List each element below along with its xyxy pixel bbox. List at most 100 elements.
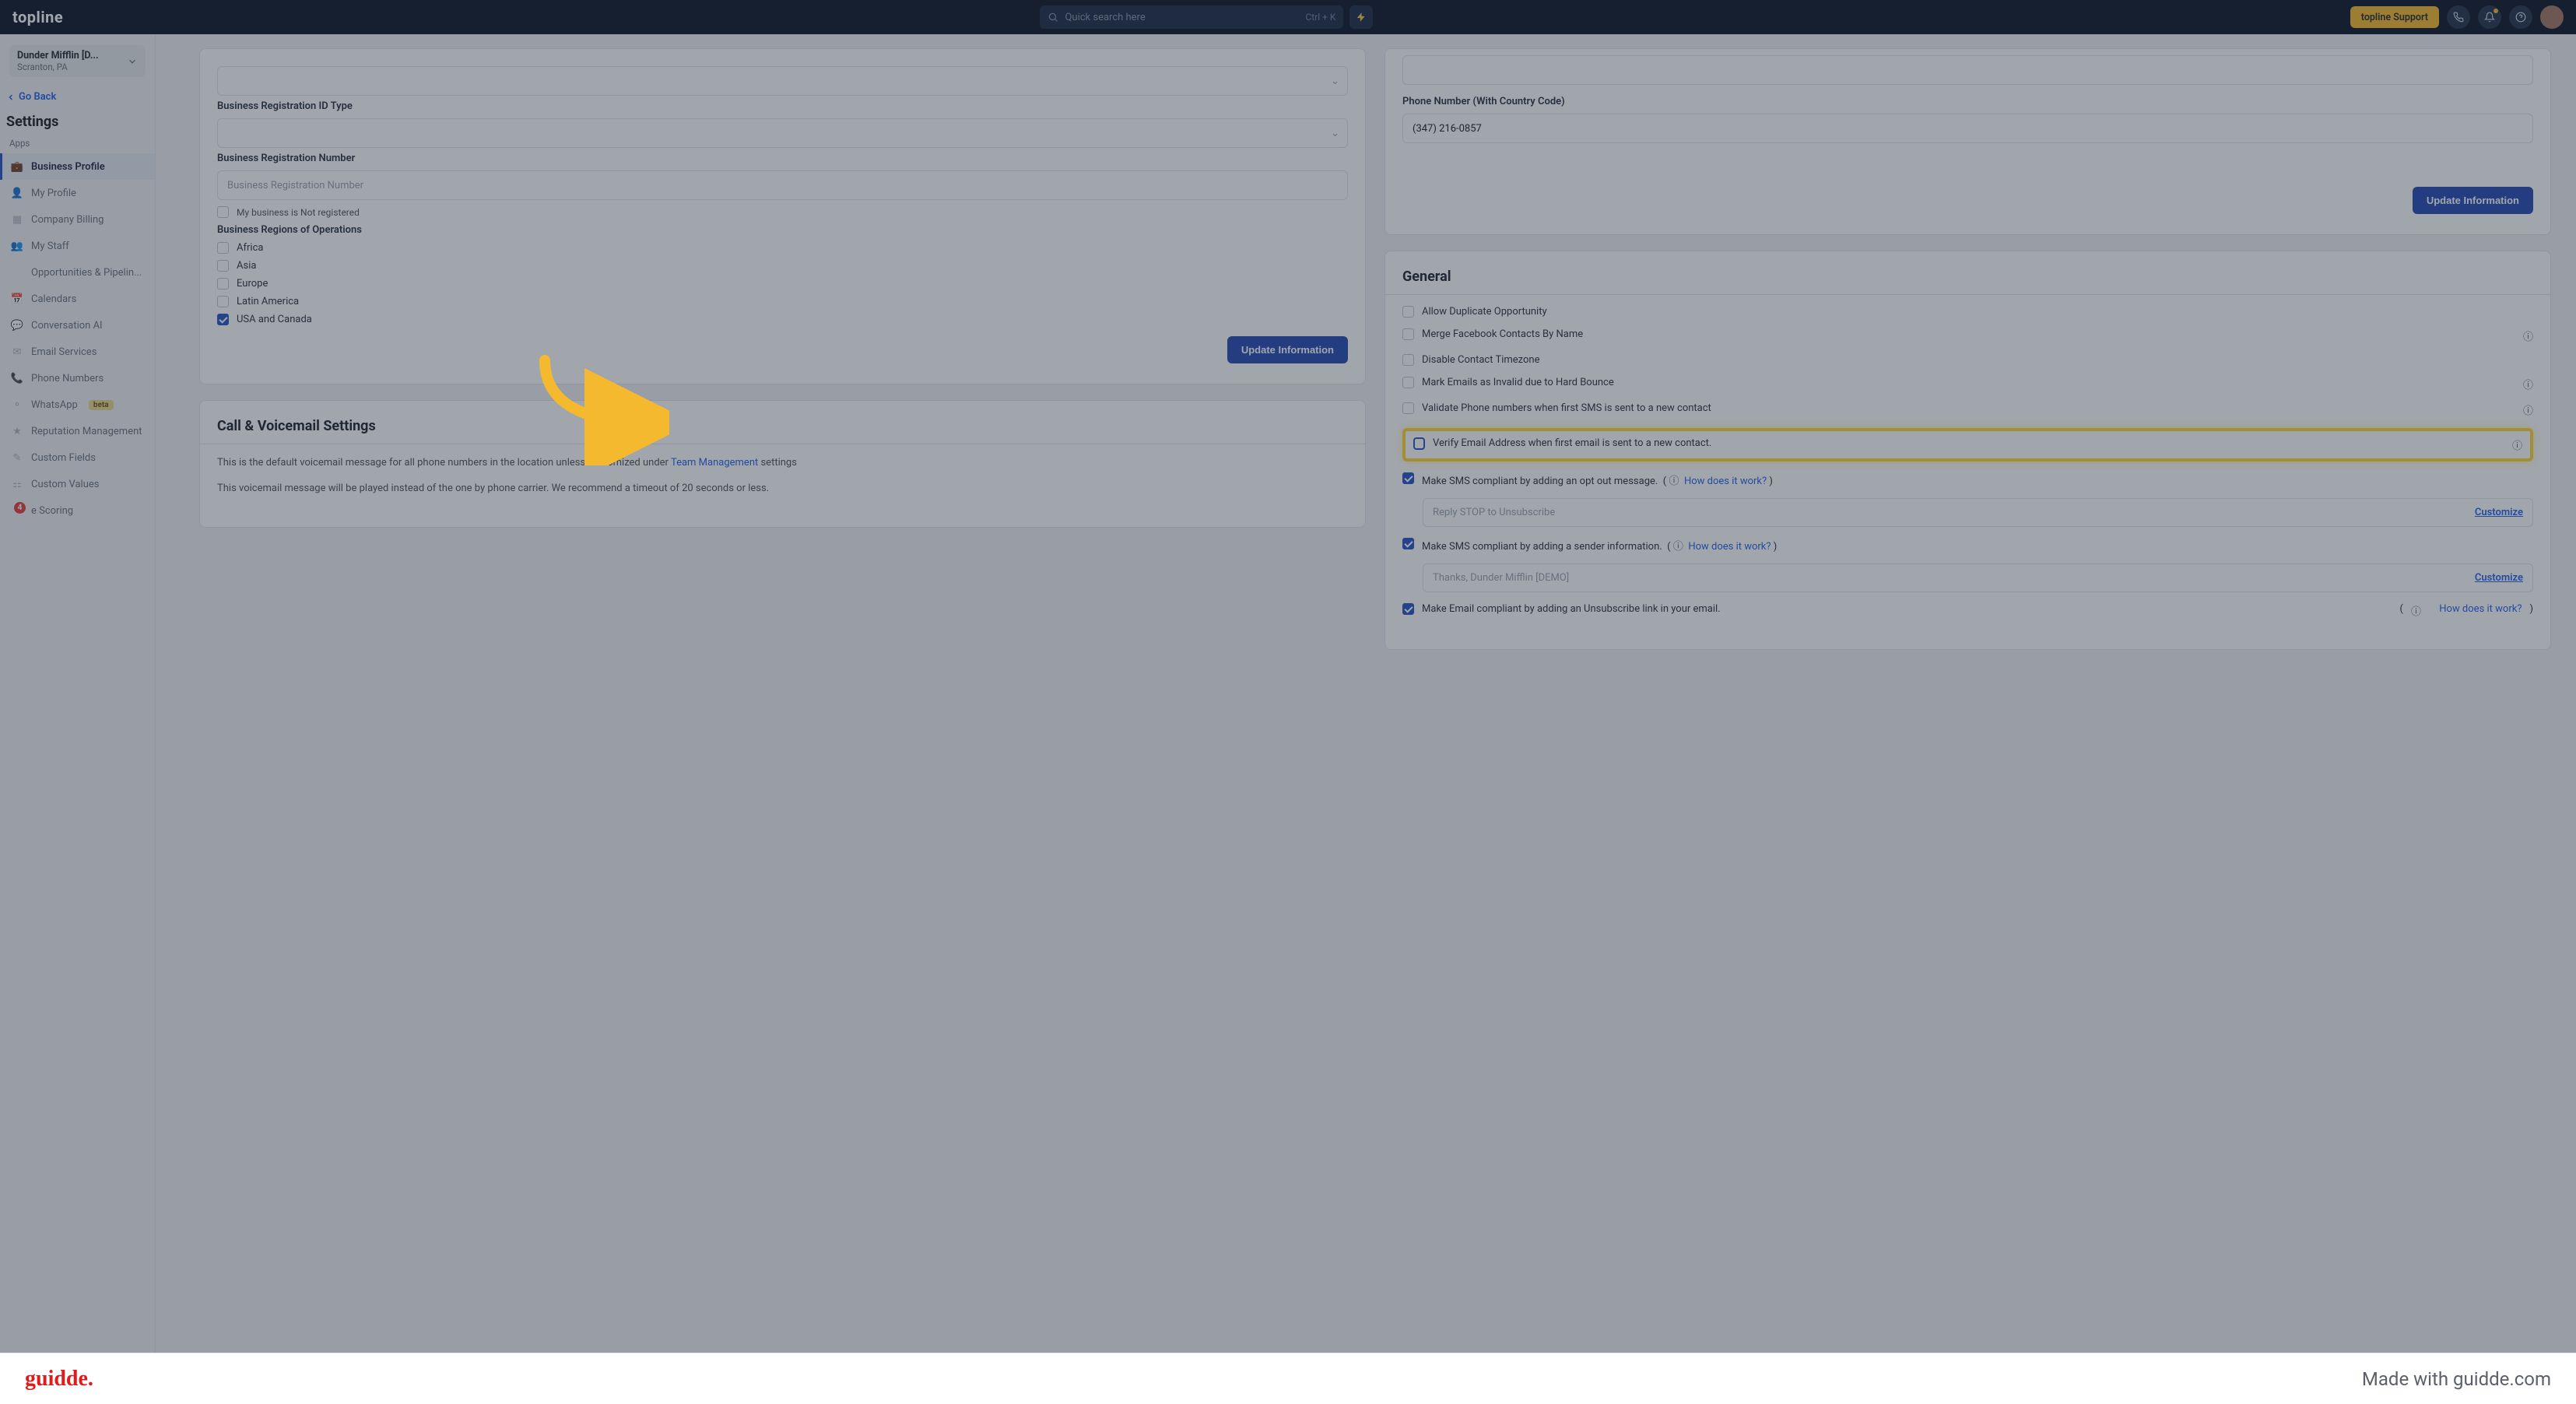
info-icon[interactable]: ⓘ — [2512, 437, 2522, 452]
info-icon[interactable]: ⓘ — [2523, 377, 2533, 391]
count-pill: 4 — [14, 502, 26, 514]
sidebar-item[interactable]: 💼 Business Profile — [0, 153, 155, 180]
sidebar-item-label: Company Billing — [31, 214, 104, 226]
region-checkbox[interactable]: Africa — [217, 242, 1348, 254]
nav-icon: ✎ — [11, 451, 23, 464]
info-icon[interactable]: ⓘ — [1673, 541, 1683, 553]
quick-actions-button[interactable] — [1349, 5, 1373, 29]
main-content: ⌄ Business Registration ID Type ⌄ Busine… — [156, 34, 2576, 1353]
checkbox — [217, 242, 229, 254]
nav-icon — [11, 266, 23, 279]
sidebar-item[interactable]: 📞Phone Numbers — [0, 365, 155, 391]
how-link[interactable]: How does it work? — [2439, 603, 2522, 615]
how-link[interactable]: How does it work? — [1688, 541, 1771, 553]
sidebar-item[interactable]: e Scoring4 — [0, 497, 155, 524]
region-checkbox[interactable]: Latin America — [217, 296, 1348, 307]
region-checkbox[interactable]: USA and Canada — [217, 314, 1348, 325]
region-label: Africa — [237, 242, 263, 254]
nav-icon: ⚬ — [11, 398, 23, 411]
info-icon[interactable]: ⓘ — [2411, 603, 2421, 618]
chevron-down-icon — [127, 56, 138, 67]
sidebar-item[interactable]: ▦ Company Billing — [0, 206, 155, 233]
call-voicemail-card: Call & Voicemail Settings This is the de… — [199, 400, 1366, 528]
phone-input[interactable]: (347) 216-0857 — [1402, 114, 2533, 143]
opt-merge-fb[interactable]: Merge Facebook Contacts By Nameⓘ — [1402, 328, 2533, 343]
sidebar-item[interactable]: 📅Calendars — [0, 286, 155, 312]
how-link[interactable]: How does it work? — [1684, 476, 1767, 487]
region-label: Europe — [237, 278, 268, 290]
search-shortcut: Ctrl + K — [1305, 12, 1335, 23]
sidebar-item-label: My Staff — [31, 240, 69, 252]
sms-sender-field[interactable]: Thanks, Dunder Mifflin [DEMO]Customize — [1423, 563, 2533, 592]
biz-id-type-label: Business Registration ID Type — [217, 100, 1348, 112]
contact-info-card: Phone Number (With Country Code) (347) 2… — [1385, 48, 2551, 235]
region-checkbox[interactable]: Europe — [217, 278, 1348, 290]
sidebar-item[interactable]: 👤My Profile — [0, 180, 155, 206]
checkbox — [217, 278, 229, 290]
customize-link[interactable]: Customize — [2475, 572, 2523, 584]
guidde-logo: guidde. — [25, 1367, 93, 1392]
biz-reg-num-input[interactable]: Business Registration Number — [217, 170, 1348, 200]
nav-icon: 👥 — [11, 240, 23, 252]
help-button[interactable] — [2509, 5, 2532, 29]
info-icon[interactable]: ⓘ — [1669, 476, 1679, 487]
opt-verify-email[interactable]: Verify Email Address when first email is… — [1413, 437, 2522, 452]
opt-hard-bounce[interactable]: Mark Emails as Invalid due to Hard Bounc… — [1402, 377, 2533, 391]
sidebar-item[interactable]: 💬Conversation AI — [0, 312, 155, 339]
checkbox — [217, 296, 229, 307]
search-placeholder: Quick search here — [1065, 12, 1145, 23]
sidebar-item[interactable]: Opportunities & Pipelin... — [0, 259, 155, 286]
team-management-link[interactable]: Team Management — [671, 457, 758, 469]
region-checkbox[interactable]: Asia — [217, 260, 1348, 272]
sidebar-item-label: Email Services — [31, 346, 97, 358]
sidebar-item-label: Conversation AI — [31, 320, 103, 332]
customize-link[interactable]: Customize — [2475, 507, 2523, 518]
sidebar-item[interactable]: ⚬WhatsAppbeta — [0, 391, 155, 418]
nav-icon: ▦ — [11, 213, 23, 226]
opt-disable-tz[interactable]: Disable Contact Timezone — [1402, 354, 2533, 366]
voicemail-help-1: This is the default voicemail message fo… — [217, 455, 1348, 471]
sidebar-item[interactable]: 👥 My Staff — [0, 233, 155, 259]
info-icon[interactable]: ⓘ — [2523, 402, 2533, 417]
call-voicemail-title: Call & Voicemail Settings — [217, 418, 1348, 434]
sidebar-item-label: Custom Values — [31, 479, 100, 490]
global-search[interactable]: Quick search here Ctrl + K — [1040, 5, 1343, 29]
sidebar-item-label: Business Profile — [31, 161, 105, 173]
region-label: Asia — [237, 260, 256, 272]
update-info-button-right[interactable]: Update Information — [2413, 187, 2533, 214]
nav-icon: 💼 — [11, 160, 23, 173]
sidebar-item[interactable]: ★Reputation Management — [0, 418, 155, 444]
sidebar-section: Apps — [9, 138, 146, 149]
sidebar-item[interactable]: ⚏Custom Values — [0, 471, 155, 497]
notification-dot — [2494, 9, 2498, 13]
business-type-select[interactable]: ⌄ — [217, 66, 1348, 96]
beta-badge: beta — [89, 400, 114, 410]
info-icon[interactable]: ⓘ — [2523, 328, 2533, 343]
call-button[interactable] — [2447, 5, 2470, 29]
update-info-button-left[interactable]: Update Information — [1227, 336, 1348, 363]
sidebar: Dunder Mifflin [D... Scranton, PA Go Bac… — [0, 34, 156, 1353]
support-button[interactable]: topline Support — [2350, 6, 2439, 28]
general-title: General — [1402, 269, 2533, 285]
settings-heading: Settings — [6, 114, 149, 130]
go-back-link[interactable]: Go Back — [6, 91, 149, 103]
prev-input-blank[interactable] — [1402, 55, 2533, 85]
region-label: Latin America — [237, 296, 299, 307]
business-info-card: ⌄ Business Registration ID Type ⌄ Busine… — [199, 48, 1366, 384]
opt-email-unsub[interactable]: Make Email compliant by adding an Unsubs… — [1402, 603, 2533, 618]
sidebar-item[interactable]: ✎Custom Fields — [0, 444, 155, 471]
sms-optout-field[interactable]: Reply STOP to UnsubscribeCustomize — [1423, 498, 2533, 527]
user-avatar[interactable] — [2540, 5, 2564, 29]
account-switcher[interactable]: Dunder Mifflin [D... Scranton, PA — [9, 45, 146, 77]
sidebar-item[interactable]: ✉ Email Services — [0, 339, 155, 365]
biz-id-type-select[interactable]: ⌄ — [217, 118, 1348, 148]
notifications-button[interactable] — [2478, 5, 2501, 29]
opt-validate-phone[interactable]: Validate Phone numbers when first SMS is… — [1402, 402, 2533, 417]
not-registered-checkbox[interactable]: My business is Not registered — [217, 206, 1348, 218]
nav-icon: ✉ — [11, 346, 23, 358]
opt-sms-sender[interactable]: Make SMS compliant by adding a sender in… — [1402, 538, 2533, 553]
opt-sms-optout[interactable]: Make SMS compliant by adding an opt out … — [1402, 472, 2533, 487]
opt-duplicate[interactable]: Allow Duplicate Opportunity — [1402, 306, 2533, 318]
sidebar-item-label: Reputation Management — [31, 426, 142, 437]
nav-icon: 📞 — [11, 372, 23, 384]
